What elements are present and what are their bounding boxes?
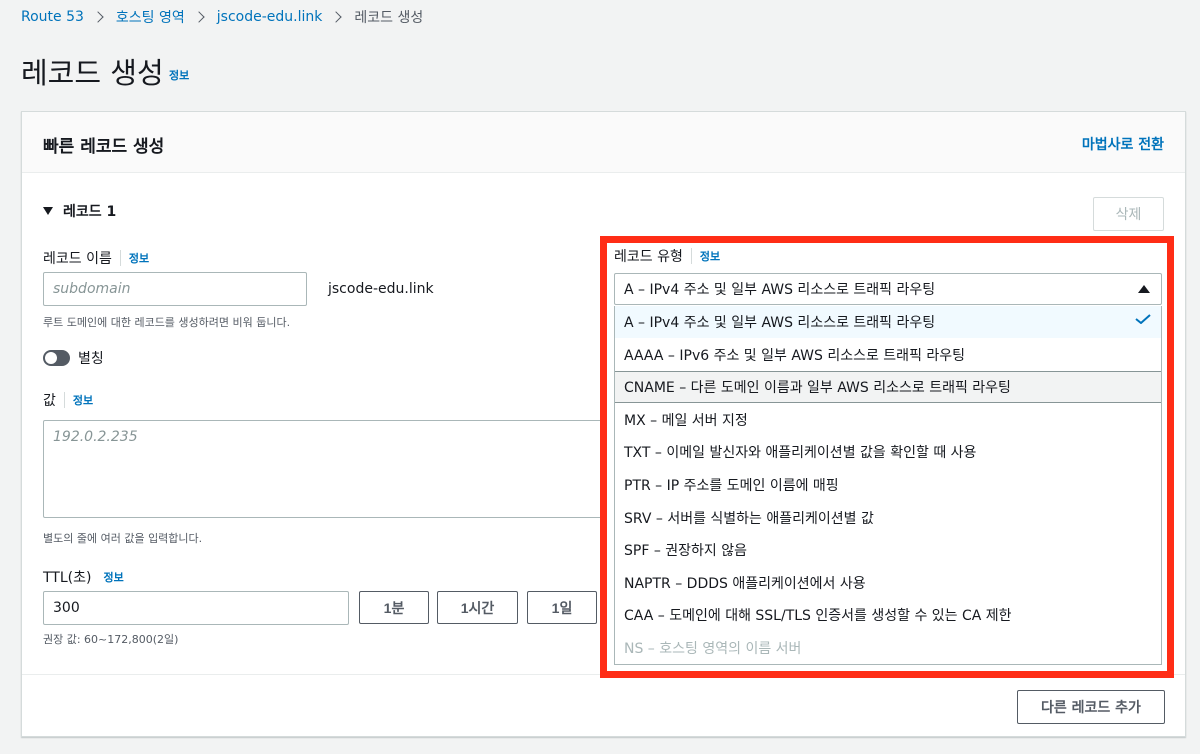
record-name-label-text: 레코드 이름 [43,251,112,267]
domain-suffix: jscode-edu.link [328,281,434,297]
record-type-option[interactable]: PTR – IP 주소를 도메인 이름에 매핑 [615,469,1161,501]
caret-up-icon [1138,285,1150,293]
record-name-placeholder: subdomain [53,281,131,297]
value-label-text: 값 [43,393,56,409]
page-title: 레코드 생성 [21,56,164,90]
page-info-link[interactable]: 정보 [169,67,189,83]
record-type-option-label: TXT – 이메일 발신자와 애플리케이션별 값을 확인할 때 사용 [624,445,977,462]
breadcrumb-route53[interactable]: Route 53 [21,9,84,25]
record-type-option[interactable]: SRV – 서버를 식별하는 애플리케이션별 값 [615,502,1161,534]
record-type-option[interactable]: AAAA – IPv6 주소 및 일부 AWS 리소스로 트래픽 라우팅 [615,339,1161,371]
record-type-option-label: AAAA – IPv6 주소 및 일부 AWS 리소스로 트래픽 라우팅 [624,347,966,364]
chevron-right-icon [193,11,205,23]
value-info-link[interactable]: 정보 [63,392,93,408]
value-label: 값 정보 [43,390,93,410]
record-type-option-label: CNAME – 다른 도메인 이름과 일부 AWS 리소스로 트래픽 라우팅 [624,380,1011,397]
ttl-1hour-button[interactable]: 1시간 [437,591,518,624]
alias-toggle[interactable] [43,350,70,366]
ttl-1min-button[interactable]: 1분 [359,591,429,624]
ttl-hint: 권장 값: 60~172,800(2일) [43,633,179,646]
breadcrumb: Route 53 호스팅 영역 jscode-edu.link 레코드 생성 [21,6,423,28]
chevron-right-icon [92,11,104,23]
record-type-option: NS – 호스팅 영역의 이름 서버 [615,632,1161,664]
record-type-option-label: CAA – 도메인에 대해 SSL/TLS 인증서를 생성할 수 있는 CA 제… [624,608,1012,625]
alias-label: 별칭 [78,351,104,367]
record-type-option-label: PTR – IP 주소를 도메인 이름에 매핑 [624,478,839,494]
record-type-option-label: A – IPv4 주소 및 일부 AWS 리소스로 트래픽 라우팅 [624,315,936,331]
value-placeholder: 192.0.2.235 [53,429,138,445]
record-type-label-text: 레코드 유형 [614,249,683,265]
ttl-info-link[interactable]: 정보 [99,569,123,585]
record-type-option-label: MX – 메일 서버 지정 [624,412,748,429]
ttl-label-text: TTL(초) [43,570,92,586]
record-type-option[interactable]: CNAME – 다른 도메인 이름과 일부 AWS 리소스로 트래픽 라우팅 [615,371,1161,404]
caret-down-icon [43,207,53,215]
record-type-option[interactable]: CAA – 도메인에 대해 SSL/TLS 인증서를 생성할 수 있는 CA 제… [615,599,1161,631]
breadcrumb-hosted-zones[interactable]: 호스팅 영역 [116,7,185,27]
record-type-selected-value: A – IPv4 주소 및 일부 AWS 리소스로 트래픽 라우팅 [624,282,936,298]
ttl-label: TTL(초) 정보 [43,567,124,587]
panel-footer [22,674,1185,736]
ttl-value: 300 [53,600,80,616]
record-type-option[interactable]: NAPTR – DDDS 애플리케이션에서 사용 [615,567,1161,599]
breadcrumb-current: 레코드 생성 [354,10,424,26]
toggle-knob [45,352,57,364]
panel-title: 빠른 레코드 생성 [43,137,165,157]
value-textarea[interactable]: 192.0.2.235 [43,420,623,518]
record-type-select[interactable]: A – IPv4 주소 및 일부 AWS 리소스로 트래픽 라우팅 [614,273,1162,305]
record-name-info-link[interactable]: 정보 [119,250,149,266]
value-hint: 별도의 줄에 여러 값을 입력합니다. [43,532,203,545]
record-type-option[interactable]: TXT – 이메일 발신자와 애플리케이션별 값을 확인할 때 사용 [615,436,1161,468]
record-section-toggle[interactable]: 레코드 1 [43,201,116,221]
record-type-option[interactable]: MX – 메일 서버 지정 [615,404,1161,436]
record-type-info-link[interactable]: 정보 [690,248,720,264]
record-type-options: A – IPv4 주소 및 일부 AWS 리소스로 트래픽 라우팅 AAAA – … [614,306,1162,665]
delete-button[interactable]: 삭제 [1093,197,1164,231]
record-type-option[interactable]: SPF – 권장하지 않음 [615,534,1161,566]
record-type-option-label: SPF – 권장하지 않음 [624,543,748,560]
ttl-input[interactable]: 300 [43,591,349,625]
record-type-option-label: SRV – 서버를 식별하는 애플리케이션별 값 [624,510,874,527]
breadcrumb-domain[interactable]: jscode-edu.link [217,9,323,25]
record-name-input[interactable]: subdomain [43,272,307,306]
checkmark-icon [1135,314,1151,324]
record-type-option-label: NAPTR – DDDS 애플리케이션에서 사용 [624,575,866,592]
ttl-1day-button[interactable]: 1일 [527,591,597,624]
switch-to-wizard-link[interactable]: 마법사로 전환 [1082,134,1164,154]
panel-header: 빠른 레코드 생성 마법사로 전환 [22,112,1185,173]
record-name-label: 레코드 이름 정보 [43,248,149,268]
record-type-option[interactable]: A – IPv4 주소 및 일부 AWS 리소스로 트래픽 라우팅 [615,306,1161,338]
record-type-option-label: NS – 호스팅 영역의 이름 서버 [624,641,802,657]
chevron-right-icon [330,11,343,23]
record-section-label: 레코드 1 [63,204,117,220]
record-name-hint: 루트 도메인에 대한 레코드를 생성하려면 비워 둡니다. [43,316,291,329]
record-type-label: 레코드 유형 정보 [614,246,720,266]
add-another-record-button[interactable]: 다른 레코드 추가 [1017,690,1165,724]
